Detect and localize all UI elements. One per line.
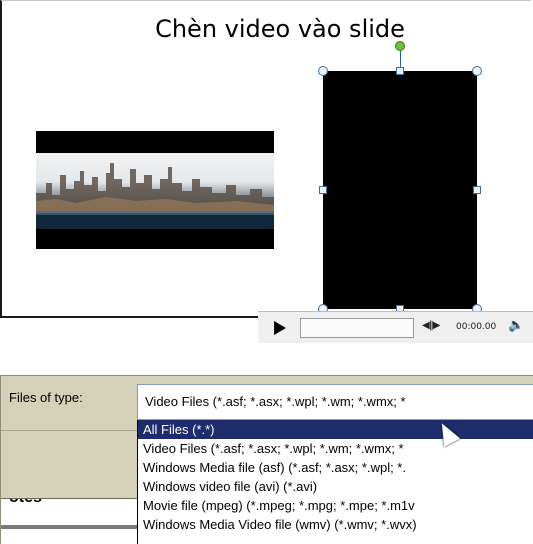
- dropdown-option-windows-media-wmv[interactable]: Windows Media Video file (wmv) (*.wmv; *…: [138, 515, 533, 534]
- resize-handle-top[interactable]: [396, 67, 404, 75]
- file-dialog: Files of type: Video Files (*.asf; *.asx…: [0, 375, 533, 544]
- rotate-handle-icon[interactable]: [395, 41, 405, 51]
- play-icon[interactable]: [274, 321, 286, 335]
- video-placeholder[interactable]: [323, 71, 477, 309]
- dropdown-option-all-files[interactable]: All Files (*.*): [138, 420, 533, 439]
- dropdown-option-video-files[interactable]: Video Files (*.asf; *.asx; *.wpl; *.wm; …: [138, 439, 533, 458]
- resize-handle-right[interactable]: [473, 186, 481, 194]
- time-display: 00:00.00: [456, 322, 497, 332]
- video-thumbnail[interactable]: [36, 131, 274, 249]
- files-of-type-label: Files of type:: [9, 390, 83, 405]
- resize-handle-top-left[interactable]: [318, 66, 328, 76]
- file-type-select[interactable]: Video Files (*.asf; *.asx; *.wpl; *.wm; …: [137, 384, 533, 420]
- speaker-icon[interactable]: 🔈: [508, 318, 524, 333]
- dropdown-option-windows-video-avi[interactable]: Windows video file (avi) (*.avi): [138, 477, 533, 496]
- city-skyline-frame: [36, 153, 274, 229]
- left-pane-fragment: otes: [1, 498, 137, 544]
- label-divider: [1, 430, 137, 431]
- dropdown-option-windows-media-asf[interactable]: Windows Media file (asf) (*.asf; *.asx; …: [138, 458, 533, 477]
- seek-icon[interactable]: ◀‖▶: [422, 320, 440, 331]
- progress-track[interactable]: [300, 318, 414, 338]
- slide-canvas: Chèn video vào slide: [0, 0, 531, 318]
- file-type-dropdown-list: All Files (*.*) Video Files (*.asf; *.as…: [137, 420, 533, 544]
- left-pane-text: otes: [9, 499, 42, 507]
- dropdown-option-movie-mpeg[interactable]: Movie file (mpeg) (*.mpeg; *.mpg; *.mpe;…: [138, 496, 533, 515]
- slide-title[interactable]: Chèn video vào slide: [2, 15, 533, 43]
- resize-handle-top-right[interactable]: [472, 66, 482, 76]
- skyline-image: [36, 163, 274, 229]
- media-control-bar: ◀‖▶ 00:00.00 🔈: [258, 311, 533, 343]
- left-pane-stripe: [1, 525, 137, 529]
- resize-handle-left[interactable]: [319, 186, 327, 194]
